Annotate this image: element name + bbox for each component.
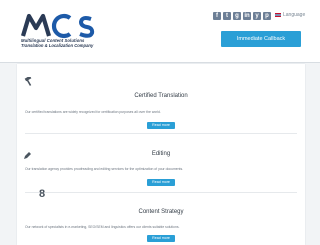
google-plus-icon[interactable]: g: [233, 12, 241, 20]
service-desc-content-strategy: Our network of specialists in e-marketin…: [25, 225, 180, 229]
service-title-certified-translation: Certified Translation: [134, 93, 188, 99]
twitter-icon[interactable]: t: [223, 12, 231, 20]
service-desc-editing: Our translation agency provides proofrea…: [25, 167, 184, 171]
service-desc-certified-translation: Our certified translations are widely re…: [25, 110, 161, 114]
service-title-editing: Editing: [151, 151, 171, 157]
header-divider: [0, 62, 320, 63]
language-selector[interactable]: Language: [275, 12, 305, 18]
service-title-content-strategy: Content Strategy: [138, 209, 184, 215]
read-more-button-editing[interactable]: Read more: [147, 179, 175, 186]
facebook-icon[interactable]: f: [213, 12, 221, 20]
services-panel: Certified Translation Our certified tran…: [17, 64, 305, 245]
read-more-button-content-strategy[interactable]: Read more: [147, 235, 175, 242]
mcs-logo-mark: [20, 13, 95, 39]
read-more-button-certified-translation[interactable]: Read more: [147, 122, 175, 129]
linkedin-icon[interactable]: in: [243, 12, 251, 20]
service-separator: [25, 133, 297, 134]
service-separator: [25, 192, 297, 193]
immediate-callback-button[interactable]: Immediate Callback: [221, 31, 301, 47]
company-logo[interactable]: Multilingual Content Solutions Translati…: [20, 12, 110, 58]
language-label: Language: [283, 12, 306, 18]
strategy-8-icon: 8: [39, 188, 46, 200]
pinterest-icon[interactable]: p: [263, 12, 271, 20]
gavel-icon: [23, 74, 35, 92]
site-header: Multilingual Content Solutions Translati…: [0, 0, 320, 62]
logo-tagline-secondary: Translation & Localization Company: [21, 43, 94, 48]
social-links: f t g in y p: [213, 12, 271, 20]
uk-flag-icon: [275, 13, 281, 17]
youtube-icon[interactable]: y: [253, 12, 261, 20]
